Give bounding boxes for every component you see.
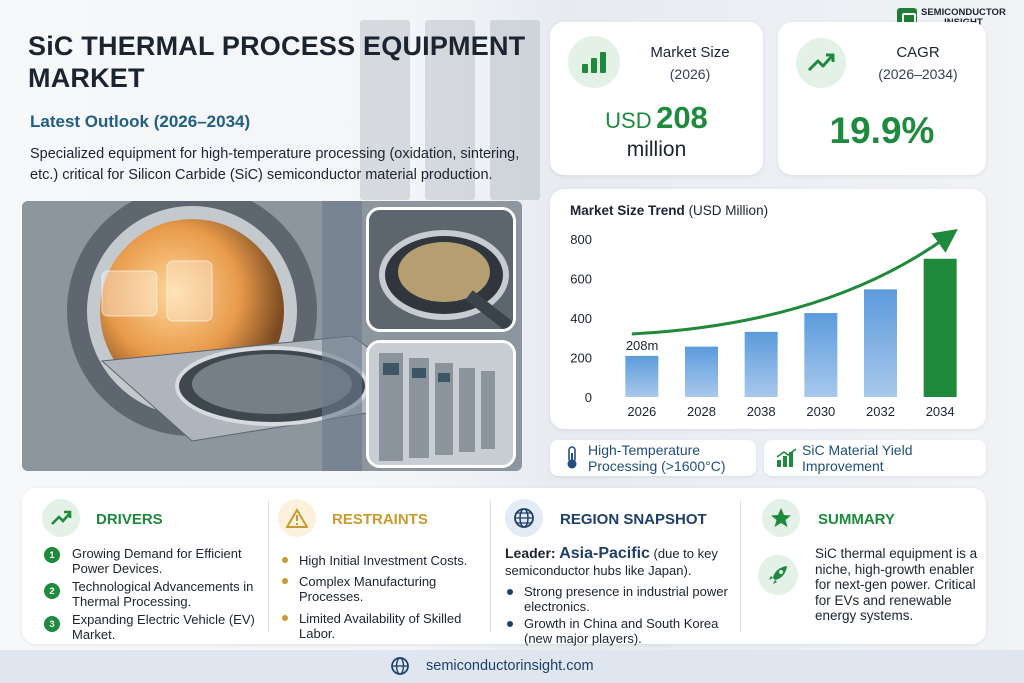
page-subtitle: Latest Outlook (2026–2034) [30,112,251,131]
region-leader-label: Leader: [505,545,556,561]
market-size-currency: USD [605,108,652,133]
cagr-period: (2026–2034) [878,66,958,82]
thermometer-icon [567,446,577,469]
footer-globe-icon [391,657,409,675]
divider-1 [268,500,269,632]
region-bullet-1 [507,589,513,595]
bar-2028 [685,346,718,397]
region-item-1: Strong presence in industrial power elec… [524,584,728,614]
region-globe-icon [505,499,543,537]
restraints-item-2: Complex Manufacturing Processes. [299,574,437,604]
page-description: Specialized equipment for high-temperatu… [30,146,520,183]
trend-arrow-icon [796,38,846,88]
y-tick-label: 400 [570,311,592,326]
drivers-heading: DRIVERS [96,511,163,528]
restraints-heading: RESTRAINTS [332,511,428,528]
summary-star-icon [762,499,800,537]
restraints-item-3: Limited Availability of Skilled Labor. [299,611,462,641]
restraints-bullet-3 [282,615,288,621]
x-tick-label: 2034 [926,404,955,419]
restraints-item-1: High Initial Investment Costs. [299,553,468,568]
restraints-warning-icon [278,499,316,537]
divider-3 [740,500,741,632]
page-title: SiC THERMAL PROCESS EQUIPMENT MARKET [28,31,526,93]
feature-pill-yield-text: SiC Material Yield Improvement [802,442,913,474]
drivers-number-1: 1 [44,547,60,563]
feature-pill-high-temperature-text: High-Temperature Processing (>1600°C) [588,442,726,474]
market-size-unit: million [626,138,687,161]
drivers-item-1: Growing Demand for Efficient Power Devic… [72,546,242,576]
x-tick-label: 2028 [687,404,716,419]
cagr-value: 19.9% [829,110,935,151]
drivers-number-3: 3 [44,616,60,632]
restraints-bullet-2 [282,578,288,584]
summary-heading: SUMMARY [818,511,895,528]
bar-2026 [625,355,659,397]
bar-2038 [744,331,778,397]
y-tick-label: 600 [570,272,592,287]
wafer-photo [366,207,516,332]
market-size-bar-chart: 0 200 400 600 800 2026 2028 2038 2030 2032 2034 208… [570,228,958,419]
region-leader-value: Asia-Pacific [559,545,650,562]
trend-arrow [631,228,958,336]
drivers-trend-icon [42,499,80,537]
y-tick-label: 200 [570,351,592,366]
cagr-label: CAGR [896,44,940,61]
drivers-item-2: Technological Advancements in Thermal Pr… [72,579,254,609]
x-tick-label: 2032 [866,404,895,419]
drivers-item-3: Expanding Electric Vehicle (EV) Market. [72,612,255,642]
footer-bar: semiconductorinsight.com [0,650,1024,683]
y-tick-label: 800 [570,232,592,247]
market-size-card: Market Size (2026) USD 208 million [550,22,763,175]
market-size-value: USD 208 [550,100,763,136]
summary-text: SiC thermal equipment is a niche, high-g… [815,546,978,623]
market-size-year: (2026) [669,66,711,82]
footer-url-link[interactable]: semiconductorinsight.com [426,658,594,674]
bar-2032 [864,289,897,397]
cagr-card: CAGR (2026–2034) 19.9% [778,22,986,175]
x-tick-label: 2026 [627,404,656,419]
restraints-bullet-1 [282,557,288,563]
feature-pill-yield: SiC Material Yield Improvement [764,440,986,476]
growth-bars-icon [568,36,620,88]
data-label-first: 208m [626,338,659,353]
feature-pill-high-temperature: High-Temperature Processing (>1600°C) [550,440,756,476]
region-bullet-2 [507,621,513,627]
divider-2 [490,500,491,632]
x-tick-label: 2030 [806,404,835,419]
region-leader: Leader: Asia-Pacific (due to key semicon… [505,545,733,579]
summary-rocket-icon [758,555,798,595]
region-item-2: Growth in China and South Korea (new maj… [524,616,719,646]
bar-growth-icon [776,448,797,467]
bar-2034 [923,258,957,397]
x-tick-label: 2038 [747,404,776,419]
y-tick-label: 0 [585,390,592,405]
drivers-number-2: 2 [44,583,60,599]
equipment-cabinets-photo [366,340,516,468]
bar-2030 [804,313,838,397]
market-size-label: Market Size [650,44,730,61]
market-size-number: 208 [656,100,708,135]
region-heading: REGION SNAPSHOT [560,511,707,528]
